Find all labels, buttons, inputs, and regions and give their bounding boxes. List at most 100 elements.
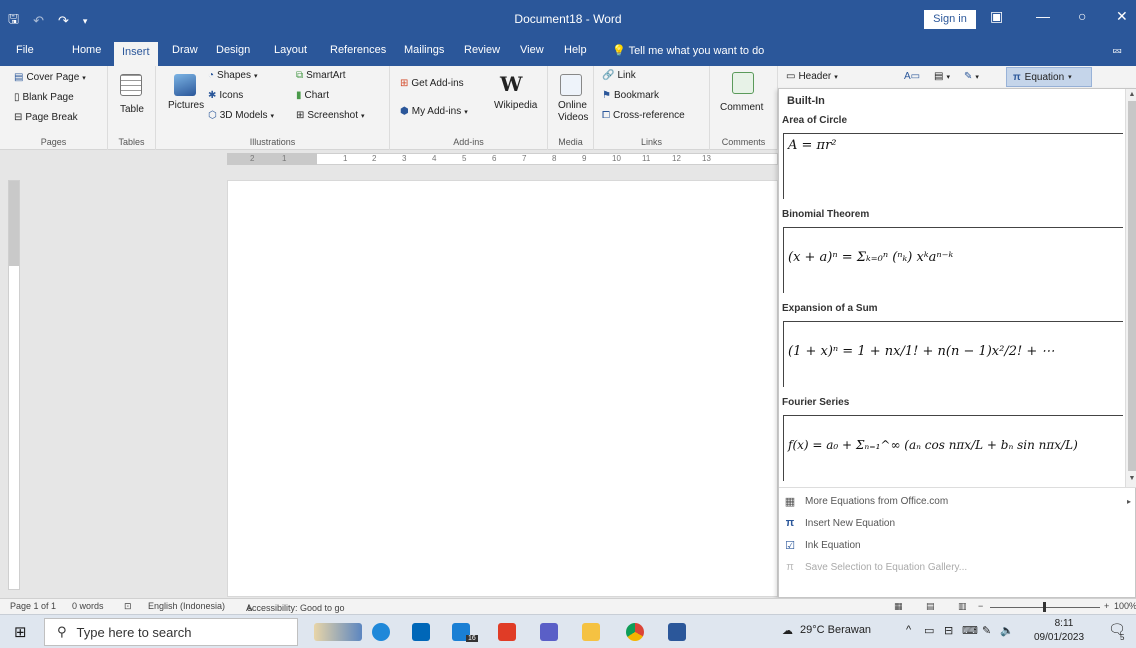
scroll-down-icon[interactable]: ▼ xyxy=(1126,475,1136,482)
zoom-level[interactable]: 100% xyxy=(1114,601,1136,611)
document-page[interactable] xyxy=(227,180,778,597)
chart-icon: ▮ xyxy=(296,90,302,101)
zoom-in-icon[interactable]: + xyxy=(1104,601,1109,611)
tab-mailings[interactable]: Mailings xyxy=(404,44,444,56)
restore-icon[interactable]: ○ xyxy=(1078,8,1086,24)
header-button[interactable]: ▭ Header ▾ xyxy=(786,71,838,82)
tab-review[interactable]: Review xyxy=(464,44,500,56)
3d-models-button[interactable]: ⬡ 3D Models ▾ xyxy=(208,110,274,121)
blank-page-icon: ▯ xyxy=(14,92,20,103)
smartart-button[interactable]: ⧉ SmartArt xyxy=(296,70,346,81)
clock-date[interactable]: 09/01/2023 xyxy=(1034,632,1084,643)
equation-title: Fourier Series xyxy=(782,397,850,408)
online-videos-button[interactable]: Online xyxy=(558,100,587,111)
scroll-thumb[interactable] xyxy=(1128,101,1136,471)
word-taskbar-icon[interactable] xyxy=(668,623,686,641)
get-addins-button[interactable]: ⊞ Get Add-ins xyxy=(400,78,464,89)
comment-button[interactable]: Comment xyxy=(720,102,763,113)
volume-icon[interactable]: 🔈 xyxy=(1000,624,1014,637)
pictures-button[interactable]: Pictures xyxy=(168,100,204,111)
tab-home[interactable]: Home xyxy=(72,44,101,56)
minimize-icon[interactable]: — xyxy=(1036,8,1050,24)
chart-button[interactable]: ▮ Chart xyxy=(296,90,329,101)
news-widget-icon[interactable] xyxy=(314,623,362,641)
equation-item-area-of-circle[interactable]: A = πr² xyxy=(783,133,1123,199)
lightbulb-icon: 💡 xyxy=(612,45,629,57)
tab-insert[interactable]: Insert xyxy=(114,42,158,66)
proofing-icon[interactable]: ⊡ xyxy=(124,601,132,612)
zoom-out-icon[interactable]: − xyxy=(978,601,983,611)
insert-new-equation-menu-item[interactable]: π Insert New Equation xyxy=(783,517,895,529)
more-equations-menu-item[interactable]: ▦ More Equations from Office.com ▸ xyxy=(783,495,1133,508)
screenshot-button[interactable]: ⊞ Screenshot ▾ xyxy=(296,110,365,121)
gallery-scrollbar[interactable]: ▲ ▼ xyxy=(1125,89,1136,487)
weather-status[interactable]: 29°C Berawan xyxy=(800,624,871,636)
edge-icon[interactable] xyxy=(372,623,390,641)
store-taskbar-icon[interactable] xyxy=(412,623,430,641)
equation-preview: A = πr² xyxy=(788,138,837,153)
tab-draw[interactable]: Draw xyxy=(172,44,198,56)
web-layout-icon[interactable]: ▥ xyxy=(958,601,967,612)
table-icon[interactable] xyxy=(120,74,142,96)
wikipedia-button[interactable]: Wikipedia xyxy=(494,100,537,111)
ruler-number: 1 xyxy=(343,154,348,163)
word-count[interactable]: 0 words xyxy=(72,601,104,611)
close-icon[interactable]: ✕ xyxy=(1116,8,1128,25)
scroll-up-icon[interactable]: ▲ xyxy=(1126,91,1136,98)
icons-button[interactable]: ✱ Icons xyxy=(208,90,243,101)
blank-page-button[interactable]: ▯ Blank Page xyxy=(14,92,74,103)
chrome-icon[interactable] xyxy=(626,623,644,641)
clock-time[interactable]: 8:11 xyxy=(1042,618,1086,629)
language-indicator[interactable]: English (Indonesia) xyxy=(148,601,225,611)
tab-layout[interactable]: Layout xyxy=(274,44,307,56)
ribbon-display-icon[interactable]: ▣ xyxy=(990,8,1003,25)
battery-icon[interactable]: ▭ xyxy=(924,624,934,637)
teams-icon[interactable] xyxy=(540,623,558,641)
zoom-slider-knob[interactable] xyxy=(1043,602,1046,612)
network-icon[interactable]: ⊟ xyxy=(944,624,953,637)
wikipedia-icon[interactable]: W xyxy=(500,72,522,96)
tell-me-search[interactable]: 💡 Tell me what you want to do xyxy=(612,44,764,57)
tab-design[interactable]: Design xyxy=(216,44,250,56)
windows-start-icon[interactable]: ⊞ xyxy=(14,623,27,641)
weather-icon[interactable]: ☁ xyxy=(782,624,793,637)
equation-button[interactable]: π Equation ▾ xyxy=(1006,67,1092,87)
tab-file[interactable]: File xyxy=(16,44,34,56)
horizontal-ruler[interactable]: 2 1 1 2 3 4 5 6 7 8 9 10 11 12 13 xyxy=(0,150,778,168)
equation-item-fourier-series[interactable]: f(x) = a₀ + Σₙ₌₁^∞ (aₙ cos nπx/L + bₙ si… xyxy=(783,415,1123,481)
bookmark-button[interactable]: ⚑ Bookmark xyxy=(602,90,659,101)
show-hidden-icons-icon[interactable]: ^ xyxy=(906,624,911,636)
equation-item-binomial-theorem[interactable]: (x + a)ⁿ = Σₖ₌₀ⁿ (ⁿₖ) xᵏaⁿ⁻ᵏ xyxy=(783,227,1123,293)
ink-equation-menu-item[interactable]: ☑ Ink Equation xyxy=(783,539,861,552)
cross-reference-button[interactable]: ⧠ Cross-reference xyxy=(602,110,685,121)
equation-item-expansion-of-a-sum[interactable]: (1 + x)ⁿ = 1 + nx/1! + n(n − 1)x²/2! + ⋯ xyxy=(783,321,1123,387)
tab-view[interactable]: View xyxy=(520,44,544,56)
table-button[interactable]: Table xyxy=(120,104,144,115)
taskbar-search-box[interactable]: ⚲ Type here to search xyxy=(44,618,298,646)
my-addins-button[interactable]: ⬢ My Add-ins ▾ xyxy=(400,106,468,117)
cover-page-button[interactable]: ▤ Cover Page ▾ xyxy=(14,72,86,83)
page-count[interactable]: Page 1 of 1 xyxy=(10,601,56,611)
tab-help[interactable]: Help xyxy=(564,44,587,56)
office-taskbar-icon[interactable] xyxy=(498,623,516,641)
group-illustrations: Pictures ◔ Shapes ▾ ✱ Icons ⬡ 3D Models ▾ ⧉ Sm… xyxy=(156,66,390,150)
vertical-ruler[interactable] xyxy=(8,180,20,590)
share-icon[interactable]: ⮹ xyxy=(1112,44,1122,60)
sign-in-button[interactable]: Sign in xyxy=(924,10,976,29)
focus-mode-icon[interactable]: ▦ xyxy=(894,601,903,612)
print-layout-icon[interactable]: ▤ xyxy=(926,601,935,612)
signature-line-button[interactable]: ✎ ▾ xyxy=(964,71,979,82)
text-box-button[interactable]: A▭ xyxy=(904,71,920,82)
pen-icon[interactable]: ✎ xyxy=(982,624,991,637)
text-box-icon: A▭ xyxy=(904,71,921,82)
link-button[interactable]: 🔗 Link xyxy=(602,70,636,81)
pictures-icon[interactable] xyxy=(174,74,196,96)
page-break-button[interactable]: ⊟ Page Break xyxy=(14,112,78,123)
tab-references[interactable]: References xyxy=(330,44,386,56)
quick-parts-button[interactable]: ▤ ▾ xyxy=(934,71,950,82)
comment-icon[interactable] xyxy=(732,72,754,94)
online-video-icon[interactable] xyxy=(560,74,582,96)
keyboard-icon[interactable]: ⌨ xyxy=(962,624,978,637)
file-explorer-icon[interactable] xyxy=(582,623,600,641)
shapes-button[interactable]: ◔ Shapes ▾ xyxy=(208,70,257,81)
